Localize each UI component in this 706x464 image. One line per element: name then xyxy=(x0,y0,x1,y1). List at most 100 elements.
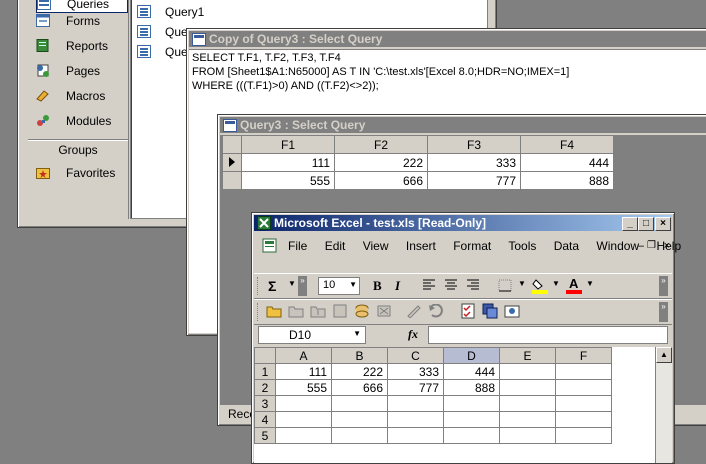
cell[interactable] xyxy=(275,411,332,428)
toolbar-options-icon[interactable]: » xyxy=(659,276,668,296)
toolbar-grip[interactable] xyxy=(257,303,261,321)
menu-view[interactable]: View xyxy=(363,239,389,253)
borders-icon[interactable] xyxy=(498,279,512,292)
select-all-corner[interactable] xyxy=(254,347,276,364)
cell[interactable] xyxy=(387,411,444,428)
cell[interactable] xyxy=(499,411,556,428)
table-cell[interactable]: 222 xyxy=(334,153,428,172)
cell[interactable]: 444 xyxy=(443,363,500,380)
groups-header[interactable]: Groups xyxy=(28,139,128,160)
cell[interactable] xyxy=(555,363,612,380)
row-header[interactable]: 1 xyxy=(254,363,276,380)
table-cell[interactable]: 555 xyxy=(241,171,335,190)
align-center-icon[interactable] xyxy=(444,279,458,291)
undo-icon[interactable] xyxy=(428,304,444,318)
workbook-icon[interactable] xyxy=(262,238,278,254)
table-cell[interactable]: 888 xyxy=(520,171,614,190)
cell[interactable] xyxy=(499,379,556,396)
autosum-button[interactable]: Σ xyxy=(268,278,276,294)
cell[interactable] xyxy=(443,427,500,444)
vertical-scrollbar[interactable]: ▲ xyxy=(655,347,672,463)
cell[interactable] xyxy=(331,411,388,428)
menu-format[interactable]: Format xyxy=(453,239,491,253)
cell[interactable]: 222 xyxy=(331,363,388,380)
database-icon[interactable] xyxy=(354,304,370,318)
bold-button[interactable]: B xyxy=(373,278,382,294)
table-cell[interactable]: 333 xyxy=(427,153,521,172)
column-header[interactable]: F1 xyxy=(241,135,335,154)
doc-restore-button[interactable]: ❐ xyxy=(647,235,656,257)
cell[interactable] xyxy=(555,411,612,428)
save-copy-icon[interactable] xyxy=(482,303,498,319)
close-button[interactable]: × xyxy=(655,217,671,231)
cell[interactable]: 888 xyxy=(443,379,500,396)
cell[interactable] xyxy=(443,411,500,428)
cell[interactable] xyxy=(499,363,556,380)
column-header[interactable]: E xyxy=(499,347,556,364)
scroll-up-button[interactable]: ▲ xyxy=(656,347,672,363)
cell[interactable] xyxy=(499,427,556,444)
column-header[interactable]: F4 xyxy=(520,135,614,154)
row-header[interactable]: 4 xyxy=(254,411,276,428)
table-cell[interactable]: 111 xyxy=(241,153,335,172)
copy-query-titlebar[interactable]: Copy of Query3 : Select Query xyxy=(189,31,706,47)
menu-window[interactable]: Window xyxy=(596,239,639,253)
row-header[interactable]: 5 xyxy=(254,427,276,444)
folder-icon[interactable] xyxy=(288,304,304,318)
cell[interactable] xyxy=(387,395,444,412)
current-record-selector[interactable] xyxy=(222,153,242,172)
menu-file[interactable]: File xyxy=(288,239,307,253)
italic-button[interactable]: I xyxy=(395,278,400,294)
table-cell[interactable]: 444 xyxy=(520,153,614,172)
list-item-query1[interactable]: Query1 xyxy=(137,3,237,21)
query3-titlebar[interactable]: Query3 : Select Query xyxy=(220,117,706,133)
cell[interactable] xyxy=(555,395,612,412)
borders-dropdown-icon[interactable]: ▼ xyxy=(518,279,526,288)
cell[interactable] xyxy=(331,427,388,444)
folder-up-icon[interactable] xyxy=(310,304,326,318)
delete-icon[interactable] xyxy=(376,304,392,318)
toolbar-grip[interactable] xyxy=(257,277,261,295)
insert-function-icon[interactable]: fx xyxy=(408,327,418,342)
cell[interactable]: 555 xyxy=(275,379,332,396)
checklist-icon[interactable] xyxy=(460,303,476,319)
cell[interactable]: 666 xyxy=(331,379,388,396)
cell[interactable] xyxy=(443,395,500,412)
align-right-icon[interactable] xyxy=(466,279,480,291)
toolbar-options-icon[interactable]: » xyxy=(298,276,307,296)
column-header[interactable]: C xyxy=(387,347,444,364)
column-header-selected[interactable]: D xyxy=(443,347,500,364)
menu-insert[interactable]: Insert xyxy=(406,239,436,253)
cell[interactable] xyxy=(387,427,444,444)
fill-color-dropdown-icon[interactable]: ▼ xyxy=(552,279,560,288)
record-selector[interactable] xyxy=(222,171,242,190)
column-header[interactable]: A xyxy=(275,347,332,364)
menu-tools[interactable]: Tools xyxy=(508,239,536,253)
cell[interactable] xyxy=(555,427,612,444)
cell[interactable]: 111 xyxy=(275,363,332,380)
doc-minimize-button[interactable]: ‒ xyxy=(638,235,644,257)
formula-input[interactable] xyxy=(428,326,668,344)
row-header[interactable]: 3 xyxy=(254,395,276,412)
name-box[interactable]: D10 ▼ xyxy=(258,326,366,344)
table-cell[interactable]: 666 xyxy=(334,171,428,190)
toolbar-options-icon[interactable]: » xyxy=(659,302,668,322)
cell[interactable] xyxy=(275,427,332,444)
table-cell[interactable]: 777 xyxy=(427,171,521,190)
excel-titlebar[interactable]: Microsoft Excel - test.xls [Read-Only] _… xyxy=(254,215,672,231)
menu-data[interactable]: Data xyxy=(554,239,579,253)
cell[interactable] xyxy=(555,379,612,396)
font-size-select[interactable]: 10 ▼ xyxy=(318,277,360,295)
autosum-dropdown-icon[interactable]: ▼ xyxy=(288,279,296,288)
font-color-dropdown-icon[interactable]: ▼ xyxy=(586,279,594,288)
edit-pencil-icon[interactable] xyxy=(406,304,422,318)
menu-edit[interactable]: Edit xyxy=(325,239,346,253)
cell[interactable] xyxy=(275,395,332,412)
column-header[interactable]: B xyxy=(331,347,388,364)
column-header[interactable]: F2 xyxy=(334,135,428,154)
cell[interactable] xyxy=(331,395,388,412)
maximize-button[interactable]: □ xyxy=(638,217,654,231)
row-selector-header[interactable] xyxy=(222,135,242,154)
cell[interactable]: 333 xyxy=(387,363,444,380)
cell[interactable] xyxy=(499,395,556,412)
